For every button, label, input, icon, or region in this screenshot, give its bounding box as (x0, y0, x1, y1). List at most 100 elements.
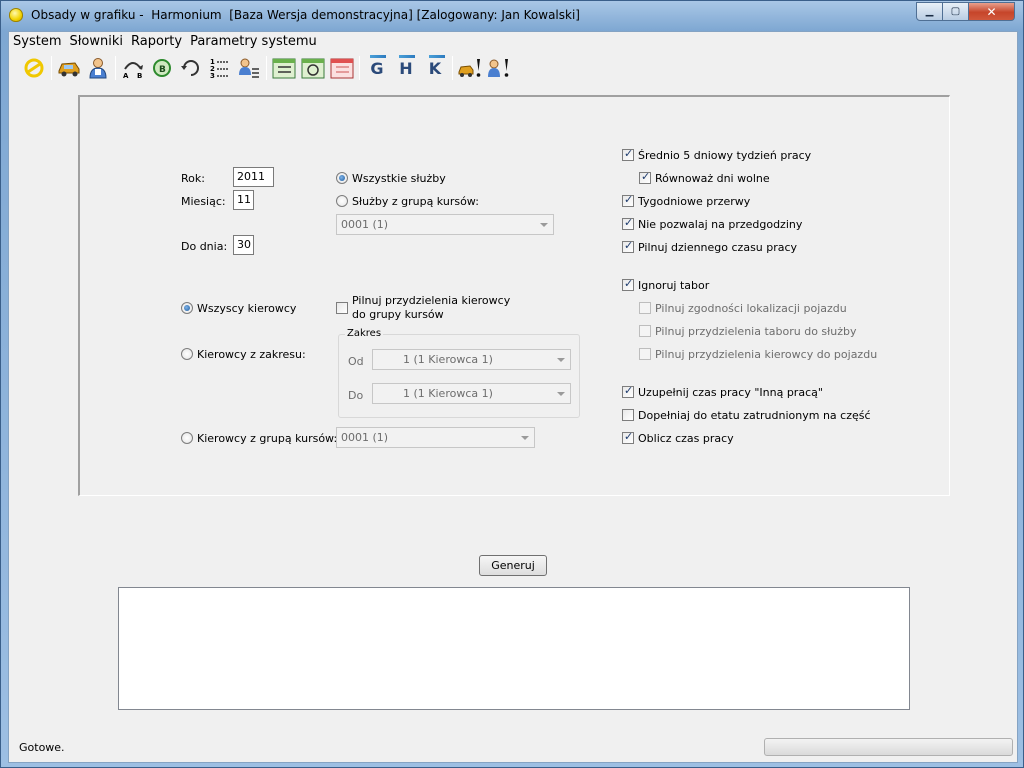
sun-icon[interactable] (21, 55, 47, 81)
refresh-icon[interactable] (178, 55, 204, 81)
option-checkbox-11[interactable] (622, 430, 634, 444)
status-bar: Gotowe. (9, 732, 1017, 762)
option-checkbox-4[interactable] (622, 239, 634, 253)
menu-bar: System Słowniki Raporty Parametry system… (9, 32, 1017, 51)
chevron-down-icon (540, 223, 548, 227)
option-label-8: Pilnuj przydzielenia kierowcy do pojazdu (655, 348, 878, 361)
car-icon[interactable] (56, 55, 82, 81)
kierowcy-grupa-combo-value: 0001 (1) (341, 431, 389, 444)
option-checkbox-3[interactable] (622, 216, 634, 230)
calendar-refresh-icon[interactable] (300, 55, 326, 81)
option-label-11: Oblicz czas pracy (638, 432, 734, 445)
rok-input[interactable]: 2011 (233, 167, 274, 187)
option-label-5: Ignoruj tabor (638, 279, 710, 292)
od-combo[interactable]: 1 (1 Kierowca 1) (372, 349, 571, 370)
option-checkbox-7[interactable] (639, 325, 651, 337)
k-icon[interactable]: K (422, 54, 448, 81)
wszyscy-kierowcy-radio[interactable] (181, 302, 193, 314)
pilnuj-grupy-checkbox[interactable] (336, 302, 348, 314)
kierowcy-zakres-label: Kierowcy z zakresu: (197, 348, 306, 361)
minimize-button[interactable]: ▁ (916, 2, 943, 21)
chevron-down-icon (557, 358, 565, 362)
do-combo[interactable]: 1 (1 Kierowca 1) (372, 383, 571, 404)
option-checkbox-2[interactable] (622, 193, 634, 207)
maximize-icon: ▢ (950, 6, 961, 17)
menu-system[interactable]: System (9, 32, 65, 51)
kierowcy-zakres-radio[interactable] (181, 348, 193, 360)
do-dnia-input[interactable]: 30 (233, 235, 254, 255)
toolbar-separator (359, 56, 360, 80)
miesiac-input[interactable]: 11 (233, 190, 254, 210)
option-checkbox-0[interactable] (622, 147, 634, 161)
chevron-down-icon (521, 436, 529, 440)
window-controls: ▁ ▢ ✕ (916, 2, 1015, 21)
menu-parametry-systemu[interactable]: Parametry systemu (186, 32, 321, 51)
chevron-down-icon (557, 392, 565, 396)
do-combo-value: 1 (1 Kierowca 1) (403, 387, 493, 400)
svg-text:3: 3 (210, 72, 215, 79)
app-window: Obsady w grafiku - Harmonium [Baza Wersj… (0, 0, 1024, 768)
option-checkbox-1[interactable] (639, 170, 651, 184)
option-label-2: Tygodniowe przerwy (638, 195, 751, 208)
svg-text:B: B (159, 65, 166, 75)
option-label-7: Pilnuj przydzielenia taboru do służby (655, 325, 857, 338)
option-label-10: Dopełniaj do etatu zatrudnionym na część (638, 409, 871, 422)
wszystkie-sluzby-radio[interactable] (336, 172, 348, 184)
kierowcy-grupa-radio[interactable] (181, 432, 193, 444)
miesiac-label: Miesiąc: (181, 195, 226, 208)
toolbar-separator (115, 56, 116, 80)
generate-button[interactable]: Generuj (479, 555, 547, 576)
calendar-list-icon[interactable] (271, 55, 297, 81)
person-list-icon[interactable] (236, 55, 262, 81)
sluzby-z-grupa-label: Służby z grupą kursów: (352, 195, 479, 208)
option-checkbox-6[interactable] (639, 302, 651, 314)
output-log-area[interactable] (118, 587, 910, 710)
route-ab-icon[interactable]: AB (120, 55, 146, 81)
car-warning-icon[interactable] (457, 55, 483, 81)
option-checkbox-5[interactable] (622, 277, 634, 291)
calendar-red-icon[interactable] (329, 55, 355, 81)
sluzby-grupa-combo-value: 0001 (1) (341, 218, 389, 231)
title-bar[interactable]: Obsady w grafiku - Harmonium [Baza Wersj… (1, 1, 1023, 31)
svg-text:A: A (123, 72, 129, 79)
menu-raporty[interactable]: Raporty (127, 32, 186, 51)
h-icon[interactable]: H (393, 54, 419, 81)
status-text: Gotowe. (19, 741, 65, 754)
do-label: Do (348, 389, 364, 402)
rok-label: Rok: (181, 172, 205, 185)
sluzby-z-grupa-radio[interactable] (336, 195, 348, 207)
option-checkbox-9[interactable] (622, 384, 634, 398)
person-icon[interactable] (85, 55, 111, 81)
zakres-title: Zakres (345, 328, 384, 339)
maximize-button[interactable]: ▢ (943, 2, 969, 21)
option-checkbox-10[interactable] (622, 409, 634, 421)
minimize-icon: ▁ (925, 6, 934, 17)
option-label-9: Uzupełnij czas pracy "Inną pracą" (638, 386, 823, 399)
close-button[interactable]: ✕ (969, 2, 1015, 21)
menu-slowniki[interactable]: Słowniki (65, 32, 127, 51)
progress-bar (764, 738, 1013, 756)
option-label-0: Średnio 5 dniowy tydzień pracy (638, 149, 812, 162)
option-label-4: Pilnuj dziennego czasu pracy (638, 241, 798, 254)
option-label-6: Pilnuj zgodności lokalizacji pojazdu (655, 302, 847, 315)
toolbar-separator (266, 56, 267, 80)
do-dnia-label: Do dnia: (181, 240, 228, 253)
numbered-list-icon[interactable]: 123 (207, 55, 233, 81)
route-recycle-icon[interactable]: B (149, 55, 175, 81)
wszystkie-sluzby-label: Wszystkie służby (352, 172, 446, 185)
sluzby-grupa-combo[interactable]: 0001 (1) (336, 214, 554, 235)
toolbar: AB B 123 G H K (9, 52, 1017, 84)
toolbar-separator (452, 56, 453, 80)
option-label-1: Równoważ dni wolne (655, 172, 770, 185)
client-area: System Słowniki Raporty Parametry system… (8, 31, 1018, 763)
g-icon[interactable]: G (364, 54, 390, 81)
person-warning-icon[interactable] (486, 55, 512, 81)
kierowcy-grupa-combo[interactable]: 0001 (1) (336, 427, 535, 448)
pilnuj-grupy-label-1: Pilnuj przydzielenia kierowcy (352, 294, 511, 307)
option-checkbox-8[interactable] (639, 348, 651, 360)
zakres-group: Zakres Od 1 (1 Kierowca 1) Do 1 (1 Kiero… (338, 328, 580, 418)
window-title: Obsady w grafiku - Harmonium [Baza Wersj… (31, 8, 580, 22)
close-icon: ✕ (986, 4, 997, 19)
app-icon (9, 8, 23, 22)
svg-text:B: B (137, 72, 142, 79)
